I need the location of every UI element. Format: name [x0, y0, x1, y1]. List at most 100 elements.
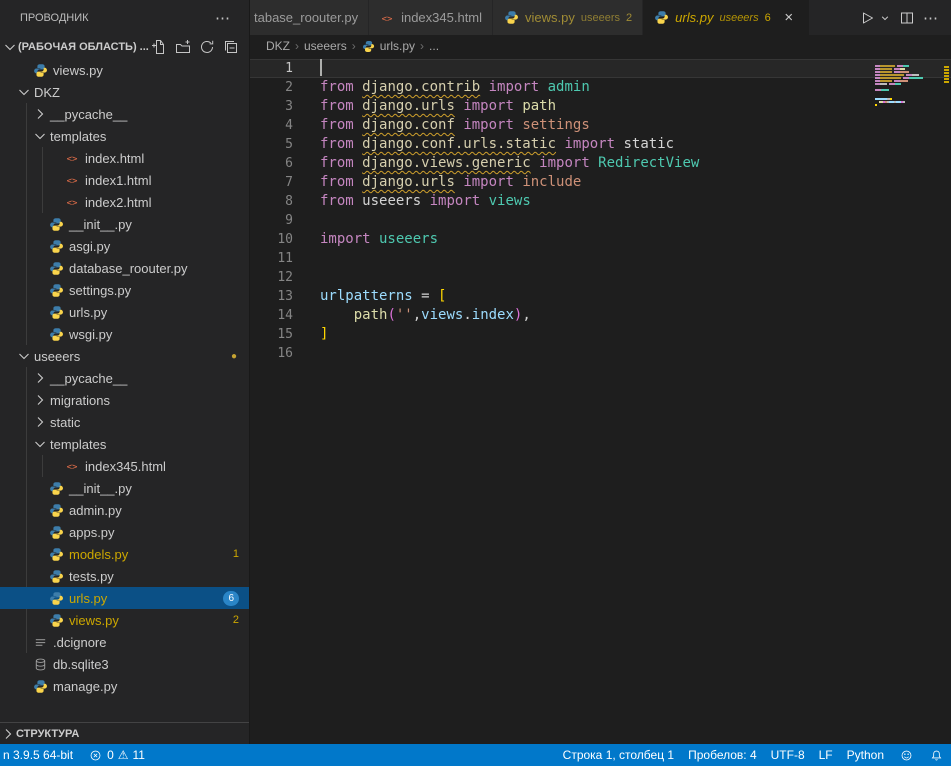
tree-file-wsgi.py[interactable]: wsgi.py: [0, 323, 249, 345]
encoding[interactable]: UTF-8: [764, 744, 812, 766]
breadcrumb-item[interactable]: DKZ: [266, 39, 290, 53]
code-line-8[interactable]: 8from useeers import views: [250, 192, 951, 211]
warning-ruler-mark: [944, 69, 949, 71]
tree-file-index345.html[interactable]: <>index345.html: [0, 455, 249, 477]
close-tab-icon[interactable]: ×: [779, 8, 799, 28]
tree-folder-useeers[interactable]: useeers●: [0, 345, 249, 367]
tab-urls.py[interactable]: urls.pyuseeers6×: [643, 0, 810, 35]
tree-file-models.py[interactable]: models.py1: [0, 543, 249, 565]
overview-ruler[interactable]: [943, 62, 951, 744]
workspace-section-header[interactable]: (РАБОЧАЯ ОБЛАСТЬ) ...: [0, 35, 249, 59]
tree-file-settings.py[interactable]: settings.py: [0, 279, 249, 301]
tree-file-__init__.py[interactable]: __init__.py: [0, 477, 249, 499]
code-line-7[interactable]: 7from django.urls import include: [250, 173, 951, 192]
explorer-more-actions-button[interactable]: ⋯: [211, 9, 235, 27]
tree-folder-DKZ[interactable]: DKZ: [0, 81, 249, 103]
new-file-button[interactable]: [149, 37, 169, 57]
tree-folder-templates[interactable]: templates: [0, 433, 249, 455]
code-line-10[interactable]: 10import useeers: [250, 230, 951, 249]
cursor-position[interactable]: Строка 1, столбец 1: [560, 744, 681, 766]
bell-icon: [928, 747, 944, 763]
code-line-13[interactable]: 13urlpatterns = [: [250, 287, 951, 306]
tree-file-.dcignore[interactable]: .dcignore: [0, 631, 249, 653]
svg-text:<>: <>: [67, 155, 78, 165]
code-editor[interactable]: 12from django.contrib import admin3from …: [250, 57, 951, 744]
tree-file-index1.html[interactable]: <>index1.html: [0, 169, 249, 191]
tree-file-index2.html[interactable]: <>index2.html: [0, 191, 249, 213]
file-name: tests.py: [69, 569, 114, 584]
code-line-5[interactable]: 5from django.conf.urls.static import sta…: [250, 135, 951, 154]
tab-views.py[interactable]: views.pyuseeers2: [493, 0, 643, 35]
line-number: 9: [250, 211, 293, 230]
tree-file-apps.py[interactable]: apps.py: [0, 521, 249, 543]
tree-file-urls.py[interactable]: urls.py: [0, 301, 249, 323]
tree-folder-migrations[interactable]: migrations: [0, 389, 249, 411]
notifications-button[interactable]: [921, 744, 951, 766]
code-line-16[interactable]: 16: [250, 344, 951, 363]
code-line-4[interactable]: 4from django.conf import settings: [250, 116, 951, 135]
chevron-right-icon: [32, 370, 48, 386]
tree-file-index.html[interactable]: <>index.html: [0, 147, 249, 169]
line-number: 13: [250, 287, 293, 306]
code-line-3[interactable]: 3from django.urls import path: [250, 97, 951, 116]
eol[interactable]: LF: [812, 744, 840, 766]
run-dropdown-button[interactable]: [875, 6, 895, 30]
tree-file-__init__.py[interactable]: __init__.py: [0, 213, 249, 235]
code-line-1[interactable]: 1: [250, 59, 951, 78]
python-icon: [653, 10, 669, 26]
python-interpreter[interactable]: n 3.9.5 64-bit: [0, 744, 80, 766]
language-mode[interactable]: Python: [840, 744, 891, 766]
feedback-button[interactable]: [891, 744, 921, 766]
chevron-down-icon: [16, 348, 32, 364]
new-folder-button[interactable]: [173, 37, 193, 57]
line-number: 2: [250, 78, 293, 97]
collapse-all-button[interactable]: [221, 37, 241, 57]
tree-file-urls.py[interactable]: urls.py6: [0, 587, 249, 609]
python-icon: [48, 282, 64, 298]
outline-section-header[interactable]: СТРУКТУРА: [0, 722, 249, 744]
ignore-icon: [32, 634, 48, 650]
tree-file-views.py[interactable]: views.py2: [0, 609, 249, 631]
tree-file-manage.py[interactable]: manage.py: [0, 675, 249, 697]
editor-more-actions-button[interactable]: ⋯: [919, 6, 943, 30]
python-icon: [32, 62, 48, 78]
run-button[interactable]: [857, 6, 877, 30]
line-number: 12: [250, 268, 293, 287]
tab-label: index345.html: [401, 10, 482, 25]
tree-file-database_roouter.py[interactable]: database_roouter.py: [0, 257, 249, 279]
tree-folder-__pycache__[interactable]: __pycache__: [0, 367, 249, 389]
refresh-button[interactable]: [197, 37, 217, 57]
tree-folder-__pycache__[interactable]: __pycache__: [0, 103, 249, 125]
minimap[interactable]: [875, 62, 941, 110]
breadcrumb-item[interactable]: urls.py: [361, 38, 415, 54]
html-icon: <>: [64, 194, 80, 210]
file-name: views.py: [53, 63, 103, 78]
chevron-right-icon: [32, 414, 48, 430]
code-line-11[interactable]: 11: [250, 249, 951, 268]
svg-text:<>: <>: [67, 177, 78, 187]
split-editor-button[interactable]: [897, 6, 917, 30]
tree-folder-templates[interactable]: templates: [0, 125, 249, 147]
tab-tabase_roouter.py[interactable]: tabase_roouter.py: [250, 0, 369, 35]
tree-file-db.sqlite3[interactable]: db.sqlite3: [0, 653, 249, 675]
code-line-2[interactable]: 2from django.contrib import admin: [250, 78, 951, 97]
problems-status[interactable]: 0 ⚠ 11: [80, 744, 152, 766]
line-number: 1: [250, 59, 293, 78]
code-line-15[interactable]: 15]: [250, 325, 951, 344]
tree-folder-static[interactable]: static: [0, 411, 249, 433]
tab-index345.html[interactable]: <>index345.html: [369, 0, 493, 35]
folder-name: __pycache__: [50, 371, 127, 386]
code-line-14[interactable]: 14 path('',views.index),: [250, 306, 951, 325]
breadcrumb-item[interactable]: ...: [429, 39, 439, 53]
tree-file-views.py[interactable]: views.py: [0, 59, 249, 81]
code-line-9[interactable]: 9: [250, 211, 951, 230]
tree-file-tests.py[interactable]: tests.py: [0, 565, 249, 587]
warning-ruler-mark: [944, 66, 949, 68]
breadcrumb-item[interactable]: useeers: [304, 39, 347, 53]
indentation[interactable]: Пробелов: 4: [681, 744, 764, 766]
code-line-12[interactable]: 12: [250, 268, 951, 287]
tree-file-asgi.py[interactable]: asgi.py: [0, 235, 249, 257]
code-line-6[interactable]: 6from django.views.generic import Redire…: [250, 154, 951, 173]
warning-icon: ⚠: [118, 748, 129, 762]
tree-file-admin.py[interactable]: admin.py: [0, 499, 249, 521]
